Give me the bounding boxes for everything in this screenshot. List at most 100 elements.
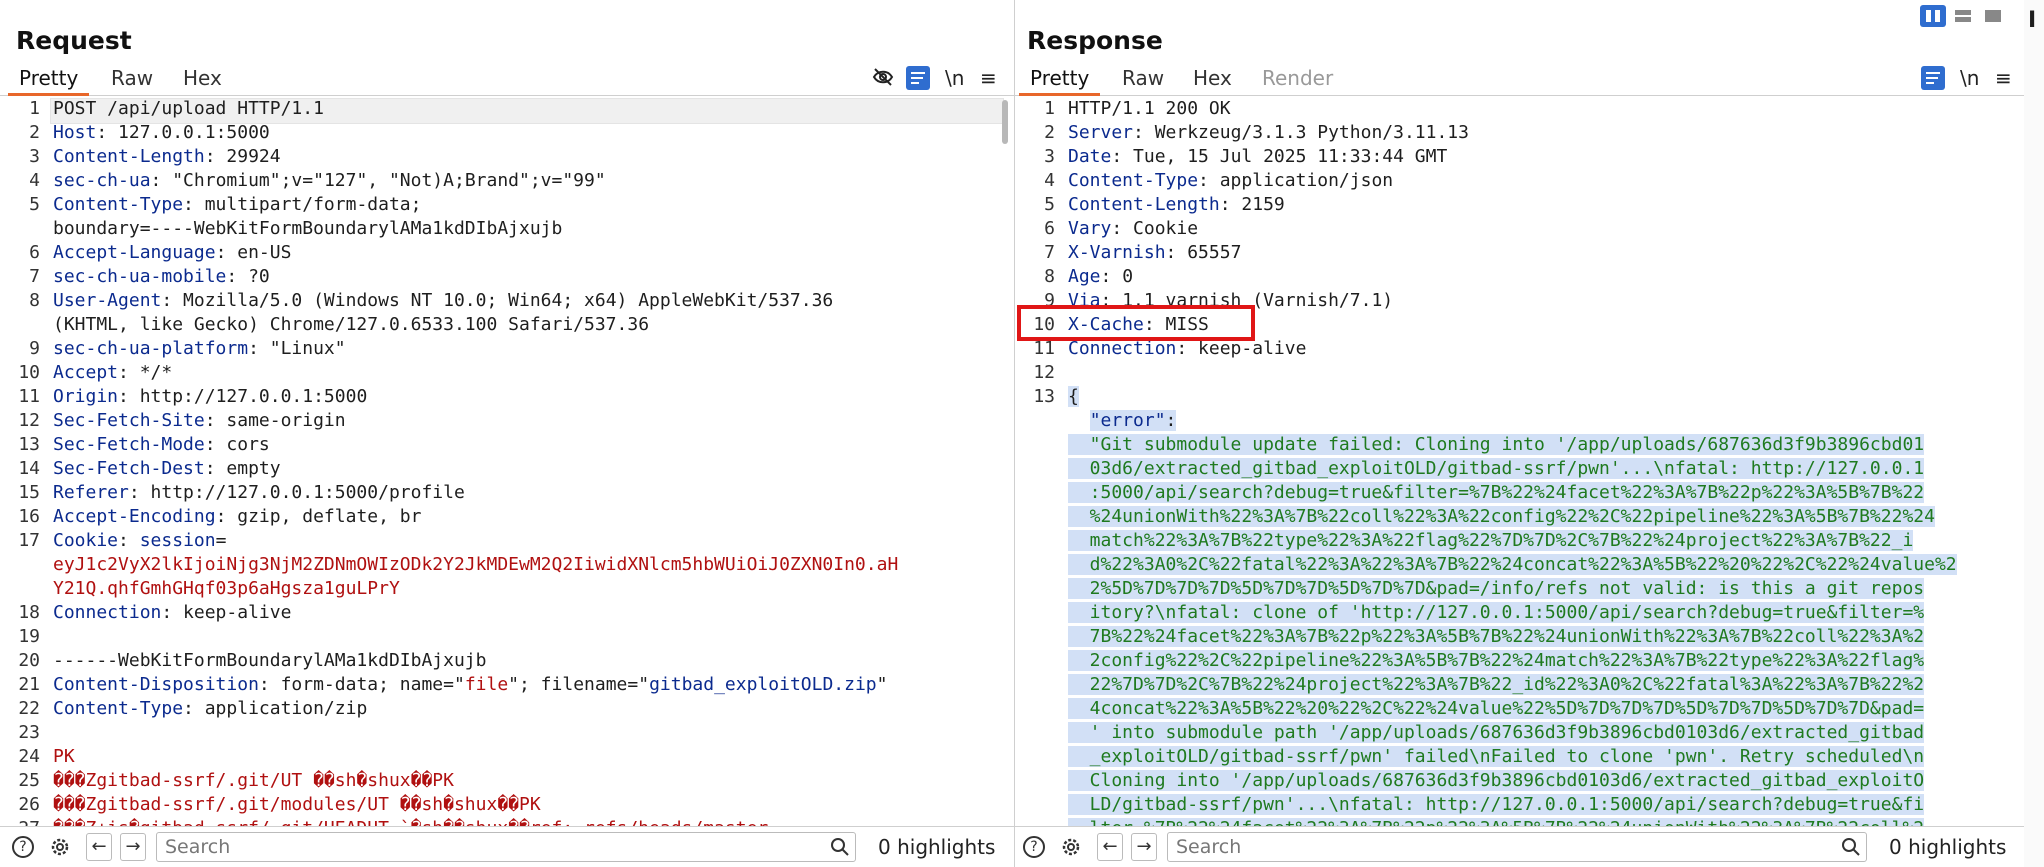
- line-number: 1: [1044, 98, 1055, 119]
- line-content: d%22%3A0%2C%22fatal%22%3A%22%3A%7B%22%24…: [1068, 554, 1957, 575]
- line-content: 2config%22%2C%22pipeline%22%3A%5B%7B%22%…: [1068, 650, 1925, 671]
- line-content: match%22%3A%7B%22type%22%3A%22flag%22%7D…: [1068, 530, 1914, 551]
- next-arrow-icon[interactable]: →: [120, 833, 146, 861]
- line-content: 2%5D%7D%7D%7D%5D%7D%7D%5D%7D%7D&pad=/inf…: [1068, 578, 1925, 599]
- response-wrap-lines-icon[interactable]: [1921, 66, 1945, 90]
- hide-eye-slash-icon[interactable]: [872, 66, 894, 93]
- response-tab-render[interactable]: Render: [1251, 63, 1344, 93]
- code-token: eyJ1c2VyX2lkIjoiNjg3NjM2ZDNmOWIzODk2Y2Jk…: [53, 554, 899, 575]
- code-token: : 65557: [1165, 242, 1242, 263]
- code-token: Accept-Encoding: [53, 506, 216, 527]
- single-view-icon[interactable]: [1980, 5, 2006, 27]
- line-number: 20: [18, 650, 40, 671]
- response-settings-gear-icon[interactable]: [1059, 835, 1083, 863]
- response-prev-arrow-icon[interactable]: ←: [1097, 833, 1123, 861]
- code-line: 6 Accept-Language: en-US: [0, 242, 1014, 266]
- code-line: LD/gitbad-ssrf/pwn'...\nfatal: http://12…: [1015, 794, 2024, 818]
- line-number: 10: [18, 362, 40, 383]
- code-line: (KHTML, like Gecko) Chrome/127.0.6533.10…: [0, 314, 1014, 338]
- menu-icon[interactable]: ≡: [980, 66, 997, 90]
- line-number: 14: [18, 458, 40, 479]
- code-token: Y21Q.qhfGmhGHqf03p6aHgsza1guLPrY: [53, 578, 400, 599]
- line-number: 11: [18, 386, 40, 407]
- request-scrollbar[interactable]: [1002, 100, 1008, 144]
- line-content: sec-ch-ua-mobile: ?0: [53, 266, 270, 287]
- line-content: POST /api/upload HTTP/1.1: [53, 98, 324, 119]
- line-content: Accept-Encoding: gzip, deflate, br: [53, 506, 421, 527]
- code-line: 6 Vary: Cookie: [1015, 218, 2024, 242]
- code-line: 17 Cookie: session=: [0, 530, 1014, 554]
- code-token: : Tue, 15 Jul 2025 11:33:44 GMT: [1111, 146, 1448, 167]
- line-content: Accept-Language: en-US: [53, 242, 291, 263]
- code-token: Connection: [1068, 338, 1177, 359]
- wrap-lines-icon[interactable]: [906, 66, 930, 90]
- code-line: 3 Date: Tue, 15 Jul 2025 11:33:44 GMT: [1015, 146, 2024, 170]
- line-number: 7: [1044, 242, 1055, 263]
- request-search-input[interactable]: Search: [156, 832, 856, 862]
- code-token: Accept: [53, 362, 119, 383]
- request-tab-pretty[interactable]: Pretty: [8, 63, 90, 96]
- request-tab-raw[interactable]: Raw: [100, 63, 164, 93]
- line-content: ���Zgitbad-ssrf/.git/modules/UT ��sh�shu…: [53, 794, 541, 815]
- code-token: sec-ch-ua-platform: [53, 338, 249, 359]
- response-menu-icon[interactable]: ≡: [1995, 66, 2012, 90]
- code-line: 13 {: [1015, 386, 2024, 410]
- code-token: X-Varnish: [1068, 242, 1166, 263]
- response-next-arrow-icon[interactable]: →: [1131, 833, 1157, 861]
- line-number: 11: [1033, 338, 1055, 359]
- request-tabs: Pretty Raw Hex: [0, 63, 1014, 96]
- help-icon[interactable]: ?: [12, 836, 34, 858]
- split-view-icon[interactable]: [1920, 5, 1946, 27]
- line-number: 12: [1033, 362, 1055, 383]
- code-line: 14 Sec-Fetch-Dest: empty: [0, 458, 1014, 482]
- code-line: Y21Q.qhfGmhGHqf03p6aHgsza1guLPrY: [0, 578, 1014, 602]
- line-content: _exploitOLD/gitbad-ssrf/pwn' failed\nFai…: [1068, 746, 1925, 767]
- line-number: 25: [18, 770, 40, 791]
- line-content: sec-ch-ua: "Chromium";v="127", "Not)A;Br…: [53, 170, 606, 191]
- request-tab-hex[interactable]: Hex: [172, 63, 233, 93]
- settings-gear-icon[interactable]: [48, 835, 72, 863]
- code-line: 24 PK: [0, 746, 1014, 770]
- horizontal-view-icon[interactable]: [1950, 5, 1976, 27]
- response-help-icon[interactable]: ?: [1023, 836, 1045, 858]
- code-line: 9 sec-ch-ua-platform: "Linux": [0, 338, 1014, 362]
- code-token: Referer: [53, 482, 129, 503]
- code-token: Content-Length: [1068, 194, 1220, 215]
- response-tab-pretty[interactable]: Pretty: [1019, 63, 1101, 96]
- response-tab-hex[interactable]: Hex: [1182, 63, 1243, 93]
- side-panel-label: I: [2028, 8, 2037, 33]
- line-content: sec-ch-ua-platform: "Linux": [53, 338, 346, 359]
- request-pane: Request Pretty Raw Hex \n ≡ 1 POST /api/u…: [0, 0, 1015, 867]
- line-content: Sec-Fetch-Dest: empty: [53, 458, 281, 479]
- line-content: %24unionWith%22%3A%7B%22coll%22%3A%22con…: [1068, 506, 1935, 527]
- code-token: : gzip, deflate, br: [215, 506, 422, 527]
- line-number: 1: [29, 98, 40, 119]
- newline-toggle[interactable]: \n: [945, 66, 964, 90]
- code-token: sec-ch-ua: [53, 170, 151, 191]
- code-line: 16 Accept-Encoding: gzip, deflate, br: [0, 506, 1014, 530]
- response-tab-raw[interactable]: Raw: [1111, 63, 1175, 93]
- code-line: 23: [0, 722, 1014, 746]
- code-token: 2%5D%7D%7D%7D%5D%7D%7D%5D%7D%7D&pad=/inf…: [1068, 578, 1925, 599]
- line-number: 18: [18, 602, 40, 623]
- code-line: 2 Server: Werkzeug/3.1.3 Python/3.11.13: [1015, 122, 2024, 146]
- code-token: _exploitOLD/gitbad-ssrf/pwn' failed\nFai…: [1068, 746, 1925, 767]
- code-line: 1 HTTP/1.1 200 OK: [1015, 98, 2024, 122]
- code-token: session: [139, 530, 216, 551]
- code-token: 22%7D%7D%2C%7B%22%24project%22%3A%7B%22_…: [1068, 674, 1925, 695]
- x-cache-annotation-box: [1017, 305, 1255, 341]
- code-token: Accept-Language: [53, 242, 216, 263]
- line-content: Accept: */*: [53, 362, 172, 383]
- code-line: 12 Sec-Fetch-Site: same-origin: [0, 410, 1014, 434]
- response-newline-toggle[interactable]: \n: [1960, 66, 1979, 90]
- code-token: d%22%3A0%2C%22fatal%22%3A%22%3A%7B%22%24…: [1068, 554, 1957, 575]
- response-editor[interactable]: 1 HTTP/1.1 200 OK 2 Server: Werkzeug/3.1.3 …: [1015, 98, 2024, 827]
- code-line: 11 Origin: http://127.0.0.1:5000: [0, 386, 1014, 410]
- prev-arrow-icon[interactable]: ←: [86, 833, 112, 861]
- line-content: Content-Type: application/json: [1068, 170, 1393, 191]
- line-content: Content-Type: application/zip: [53, 698, 367, 719]
- line-content: Origin: http://127.0.0.1:5000: [53, 386, 367, 407]
- code-token: : 127.0.0.1:5000: [96, 122, 270, 143]
- request-editor[interactable]: 1 POST /api/upload HTTP/1.1 2 Host: 127.0.0…: [0, 98, 1014, 827]
- response-search-input[interactable]: Search: [1167, 832, 1867, 862]
